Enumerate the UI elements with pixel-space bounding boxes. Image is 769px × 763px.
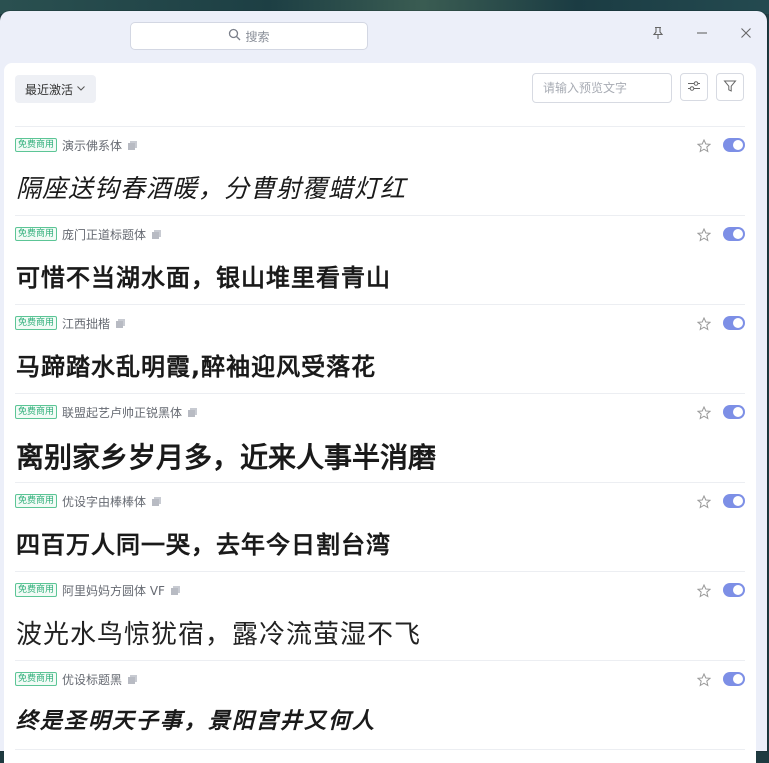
font-sample-text: 终是圣明天子事，景阳宫井又何人 <box>16 709 377 734</box>
copy-icon[interactable] <box>127 674 138 685</box>
free-commercial-badge: 免费商用 <box>15 138 58 152</box>
font-row-header: 免费商用 优设字由棒棒体 <box>15 493 162 509</box>
font-row-header: 免费商用 优设标题黑 <box>15 671 138 687</box>
category-label: 最近激活 <box>25 82 74 97</box>
font-row[interactable]: 免费商用 优设字由棒棒体 四百万人同一哭，去年今日割台湾 <box>15 483 745 572</box>
font-sample-text: 波光水鸟惊犹宿，露冷流萤湿不飞 <box>16 620 422 650</box>
free-commercial-badge: 免费商用 <box>15 316 58 330</box>
search-box[interactable]: 搜索 <box>130 22 368 50</box>
font-name: 江西拙楷 <box>62 316 111 331</box>
chevron-down-icon <box>76 82 86 96</box>
font-name: 优设标题黑 <box>62 672 123 687</box>
font-row-header: 免费商用 演示佛系体 <box>15 137 138 153</box>
font-row[interactable]: 免费商用 庞门正道标题体 可惜不当湖水面，银山堆里看青山 <box>15 216 745 305</box>
search-placeholder: 搜索 <box>245 29 270 44</box>
font-row-header: 免费商用 阿里妈妈方圆体 VF <box>15 582 181 598</box>
main-panel: 最近激活 免费商用 演示佛系体 <box>4 63 756 763</box>
close-icon <box>739 25 753 44</box>
font-row-header: 免费商用 庞门正道标题体 <box>15 226 162 242</box>
free-commercial-badge: 免费商用 <box>15 227 58 241</box>
pin-icon <box>651 25 665 44</box>
preview-text-input[interactable] <box>532 73 672 103</box>
font-toggle[interactable] <box>723 672 745 686</box>
close-button[interactable] <box>733 23 759 45</box>
free-commercial-badge: 免费商用 <box>15 494 58 508</box>
font-list: 免费商用 演示佛系体 隔座送钩春酒暖，分曹射覆蜡灯红 免费商用 庞门正道标题体 … <box>4 127 756 750</box>
font-toggle[interactable] <box>723 405 745 419</box>
free-commercial-badge: 免费商用 <box>15 672 58 686</box>
filter-icon <box>723 78 737 97</box>
copy-icon[interactable] <box>115 318 126 329</box>
font-sample-text: 马蹄踏水乱明霞,醉袖迎风受落花 <box>16 353 377 381</box>
star-icon[interactable] <box>696 405 712 424</box>
adjust-settings-button[interactable] <box>680 73 708 101</box>
font-toggle[interactable] <box>723 583 745 597</box>
font-name: 优设字由棒棒体 <box>62 494 147 509</box>
font-name: 庞门正道标题体 <box>62 227 147 242</box>
pin-button[interactable] <box>645 23 671 45</box>
app-window: 搜索 最近激活 请输入预览文字 免费商用 演示佛系体 隔座送钩春酒暖，分曹射覆蜡… <box>0 11 767 763</box>
font-sample-text: 离别家乡岁月多，近来人事半消磨 <box>16 441 437 474</box>
font-sample-text: 四百万人同一哭，去年今日割台湾 <box>16 531 391 559</box>
font-toggle[interactable] <box>723 138 745 152</box>
copy-icon[interactable] <box>170 585 181 596</box>
copy-icon[interactable] <box>187 407 198 418</box>
font-row-header: 免费商用 联盟起艺卢帅正锐黑体 <box>15 404 198 420</box>
font-toggle[interactable] <box>723 316 745 330</box>
font-sample-text: 可惜不当湖水面，银山堆里看青山 <box>16 264 391 292</box>
font-toggle[interactable] <box>723 494 745 508</box>
font-toggle[interactable] <box>723 227 745 241</box>
star-icon[interactable] <box>696 138 712 157</box>
star-icon[interactable] <box>696 494 712 513</box>
star-icon[interactable] <box>696 227 712 246</box>
free-commercial-badge: 免费商用 <box>15 405 58 419</box>
font-row-header: 免费商用 江西拙楷 <box>15 315 126 331</box>
font-name: 阿里妈妈方圆体 VF <box>62 583 165 598</box>
star-icon[interactable] <box>696 316 712 335</box>
font-row[interactable]: 免费商用 优设标题黑 终是圣明天子事，景阳宫井又何人 <box>15 661 745 750</box>
star-icon[interactable] <box>696 583 712 602</box>
font-row[interactable]: 免费商用 联盟起艺卢帅正锐黑体 离别家乡岁月多，近来人事半消磨 <box>15 394 745 483</box>
star-icon[interactable] <box>696 672 712 691</box>
font-sample-text: 隔座送钩春酒暖，分曹射覆蜡灯红 <box>16 174 407 203</box>
font-name: 演示佛系体 <box>62 138 123 153</box>
minimize-icon <box>695 25 709 44</box>
minimize-button[interactable] <box>689 23 715 45</box>
font-row[interactable]: 免费商用 阿里妈妈方圆体 VF 波光水鸟惊犹宿，露冷流萤湿不飞 <box>15 572 745 661</box>
copy-icon[interactable] <box>127 140 138 151</box>
copy-icon[interactable] <box>151 229 162 240</box>
search-icon <box>228 28 241 44</box>
font-row[interactable]: 免费商用 演示佛系体 隔座送钩春酒暖，分曹射覆蜡灯红 <box>15 127 745 216</box>
filter-button[interactable] <box>716 73 744 101</box>
font-name: 联盟起艺卢帅正锐黑体 <box>62 405 183 420</box>
free-commercial-badge: 免费商用 <box>15 583 58 597</box>
copy-icon[interactable] <box>151 496 162 507</box>
category-dropdown[interactable]: 最近激活 <box>15 75 97 103</box>
font-row[interactable]: 免费商用 江西拙楷 马蹄踏水乱明霞,醉袖迎风受落花 <box>15 305 745 394</box>
sliders-icon <box>687 78 701 97</box>
